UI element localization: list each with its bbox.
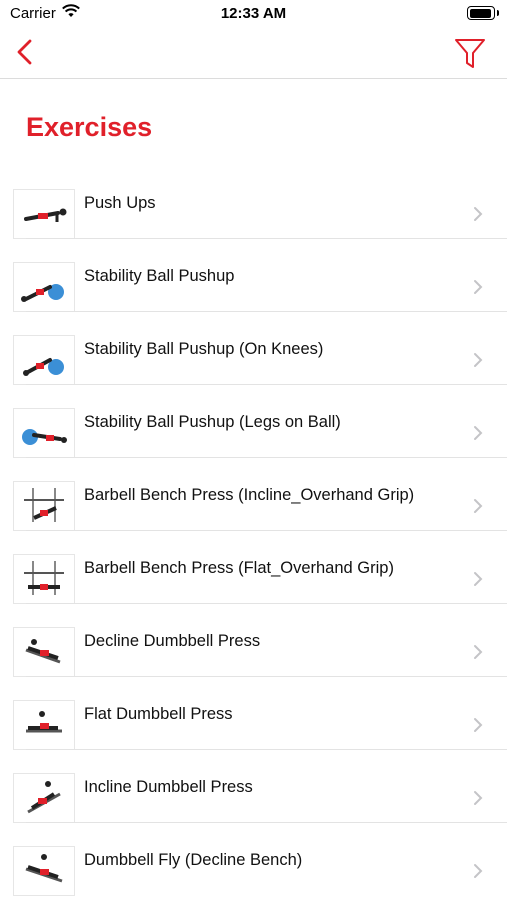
navigation-bar	[0, 28, 507, 79]
exercise-thumbnail	[13, 773, 75, 823]
exercise-thumbnail	[13, 262, 75, 312]
exercise-thumbnail	[13, 627, 75, 677]
chevron-right-icon	[474, 499, 483, 513]
exercise-label: Decline Dumbbell Press	[84, 632, 261, 650]
exercise-row-stability-ball-pushup-knees[interactable]: Stability Ball Pushup (On Knees)	[0, 312, 507, 385]
exercise-thumbnail	[13, 335, 75, 385]
exercise-thumbnail	[13, 554, 75, 604]
exercise-list: Push Ups Stability Ball Pushup Stability…	[0, 166, 507, 896]
exercise-row-decline-dumbbell-press[interactable]: Decline Dumbbell Press	[0, 604, 507, 677]
chevron-right-icon	[474, 572, 483, 586]
chevron-right-icon	[474, 207, 483, 221]
exercise-label: Dumbbell Fly (Decline Bench)	[84, 851, 303, 869]
back-button[interactable]	[12, 36, 42, 68]
exercise-thumbnail	[13, 189, 75, 239]
exercise-label: Stability Ball Pushup	[84, 267, 235, 285]
exercise-row-barbell-bench-incline[interactable]: Barbell Bench Press (Incline_Overhand Gr…	[0, 458, 507, 531]
exercise-row-dumbbell-fly-decline[interactable]: Dumbbell Fly (Decline Bench)	[0, 823, 507, 896]
exercise-row-flat-dumbbell-press[interactable]: Flat Dumbbell Press	[0, 677, 507, 750]
funnel-icon	[455, 39, 485, 68]
battery-icon	[467, 6, 499, 20]
page-title: Exercises	[26, 112, 153, 142]
exercise-row-push-ups[interactable]: Push Ups	[0, 166, 507, 239]
chevron-right-icon	[474, 280, 483, 294]
chevron-right-icon	[474, 426, 483, 440]
exercise-row-stability-ball-pushup[interactable]: Stability Ball Pushup	[0, 239, 507, 312]
exercise-label: Barbell Bench Press (Incline_Overhand Gr…	[84, 486, 415, 504]
exercise-thumbnail	[13, 481, 75, 531]
exercise-label: Stability Ball Pushup (Legs on Ball)	[84, 413, 341, 431]
status-bar: Carrier 12:33 AM	[0, 0, 507, 28]
chevron-right-icon	[474, 645, 483, 659]
chevron-right-icon	[474, 718, 483, 732]
clock: 12:33 AM	[220, 5, 287, 22]
exercise-thumbnail	[13, 700, 75, 750]
chevron-right-icon	[474, 791, 483, 805]
exercise-label: Stability Ball Pushup (On Knees)	[84, 340, 324, 358]
exercise-row-stability-ball-pushup-legs[interactable]: Stability Ball Pushup (Legs on Ball)	[0, 385, 507, 458]
exercise-label: Flat Dumbbell Press	[84, 705, 233, 723]
chevron-right-icon	[474, 864, 483, 878]
chevron-left-icon	[17, 39, 32, 65]
filter-button[interactable]	[453, 36, 487, 70]
exercise-thumbnail	[13, 846, 75, 896]
exercise-label: Barbell Bench Press (Flat_Overhand Grip)	[84, 559, 394, 577]
exercise-row-barbell-bench-flat[interactable]: Barbell Bench Press (Flat_Overhand Grip)	[0, 531, 507, 604]
chevron-right-icon	[474, 353, 483, 367]
exercise-label: Incline Dumbbell Press	[84, 778, 253, 796]
exercise-thumbnail	[13, 408, 75, 458]
exercise-label: Push Ups	[84, 194, 156, 212]
exercise-row-incline-dumbbell-press[interactable]: Incline Dumbbell Press	[0, 750, 507, 823]
